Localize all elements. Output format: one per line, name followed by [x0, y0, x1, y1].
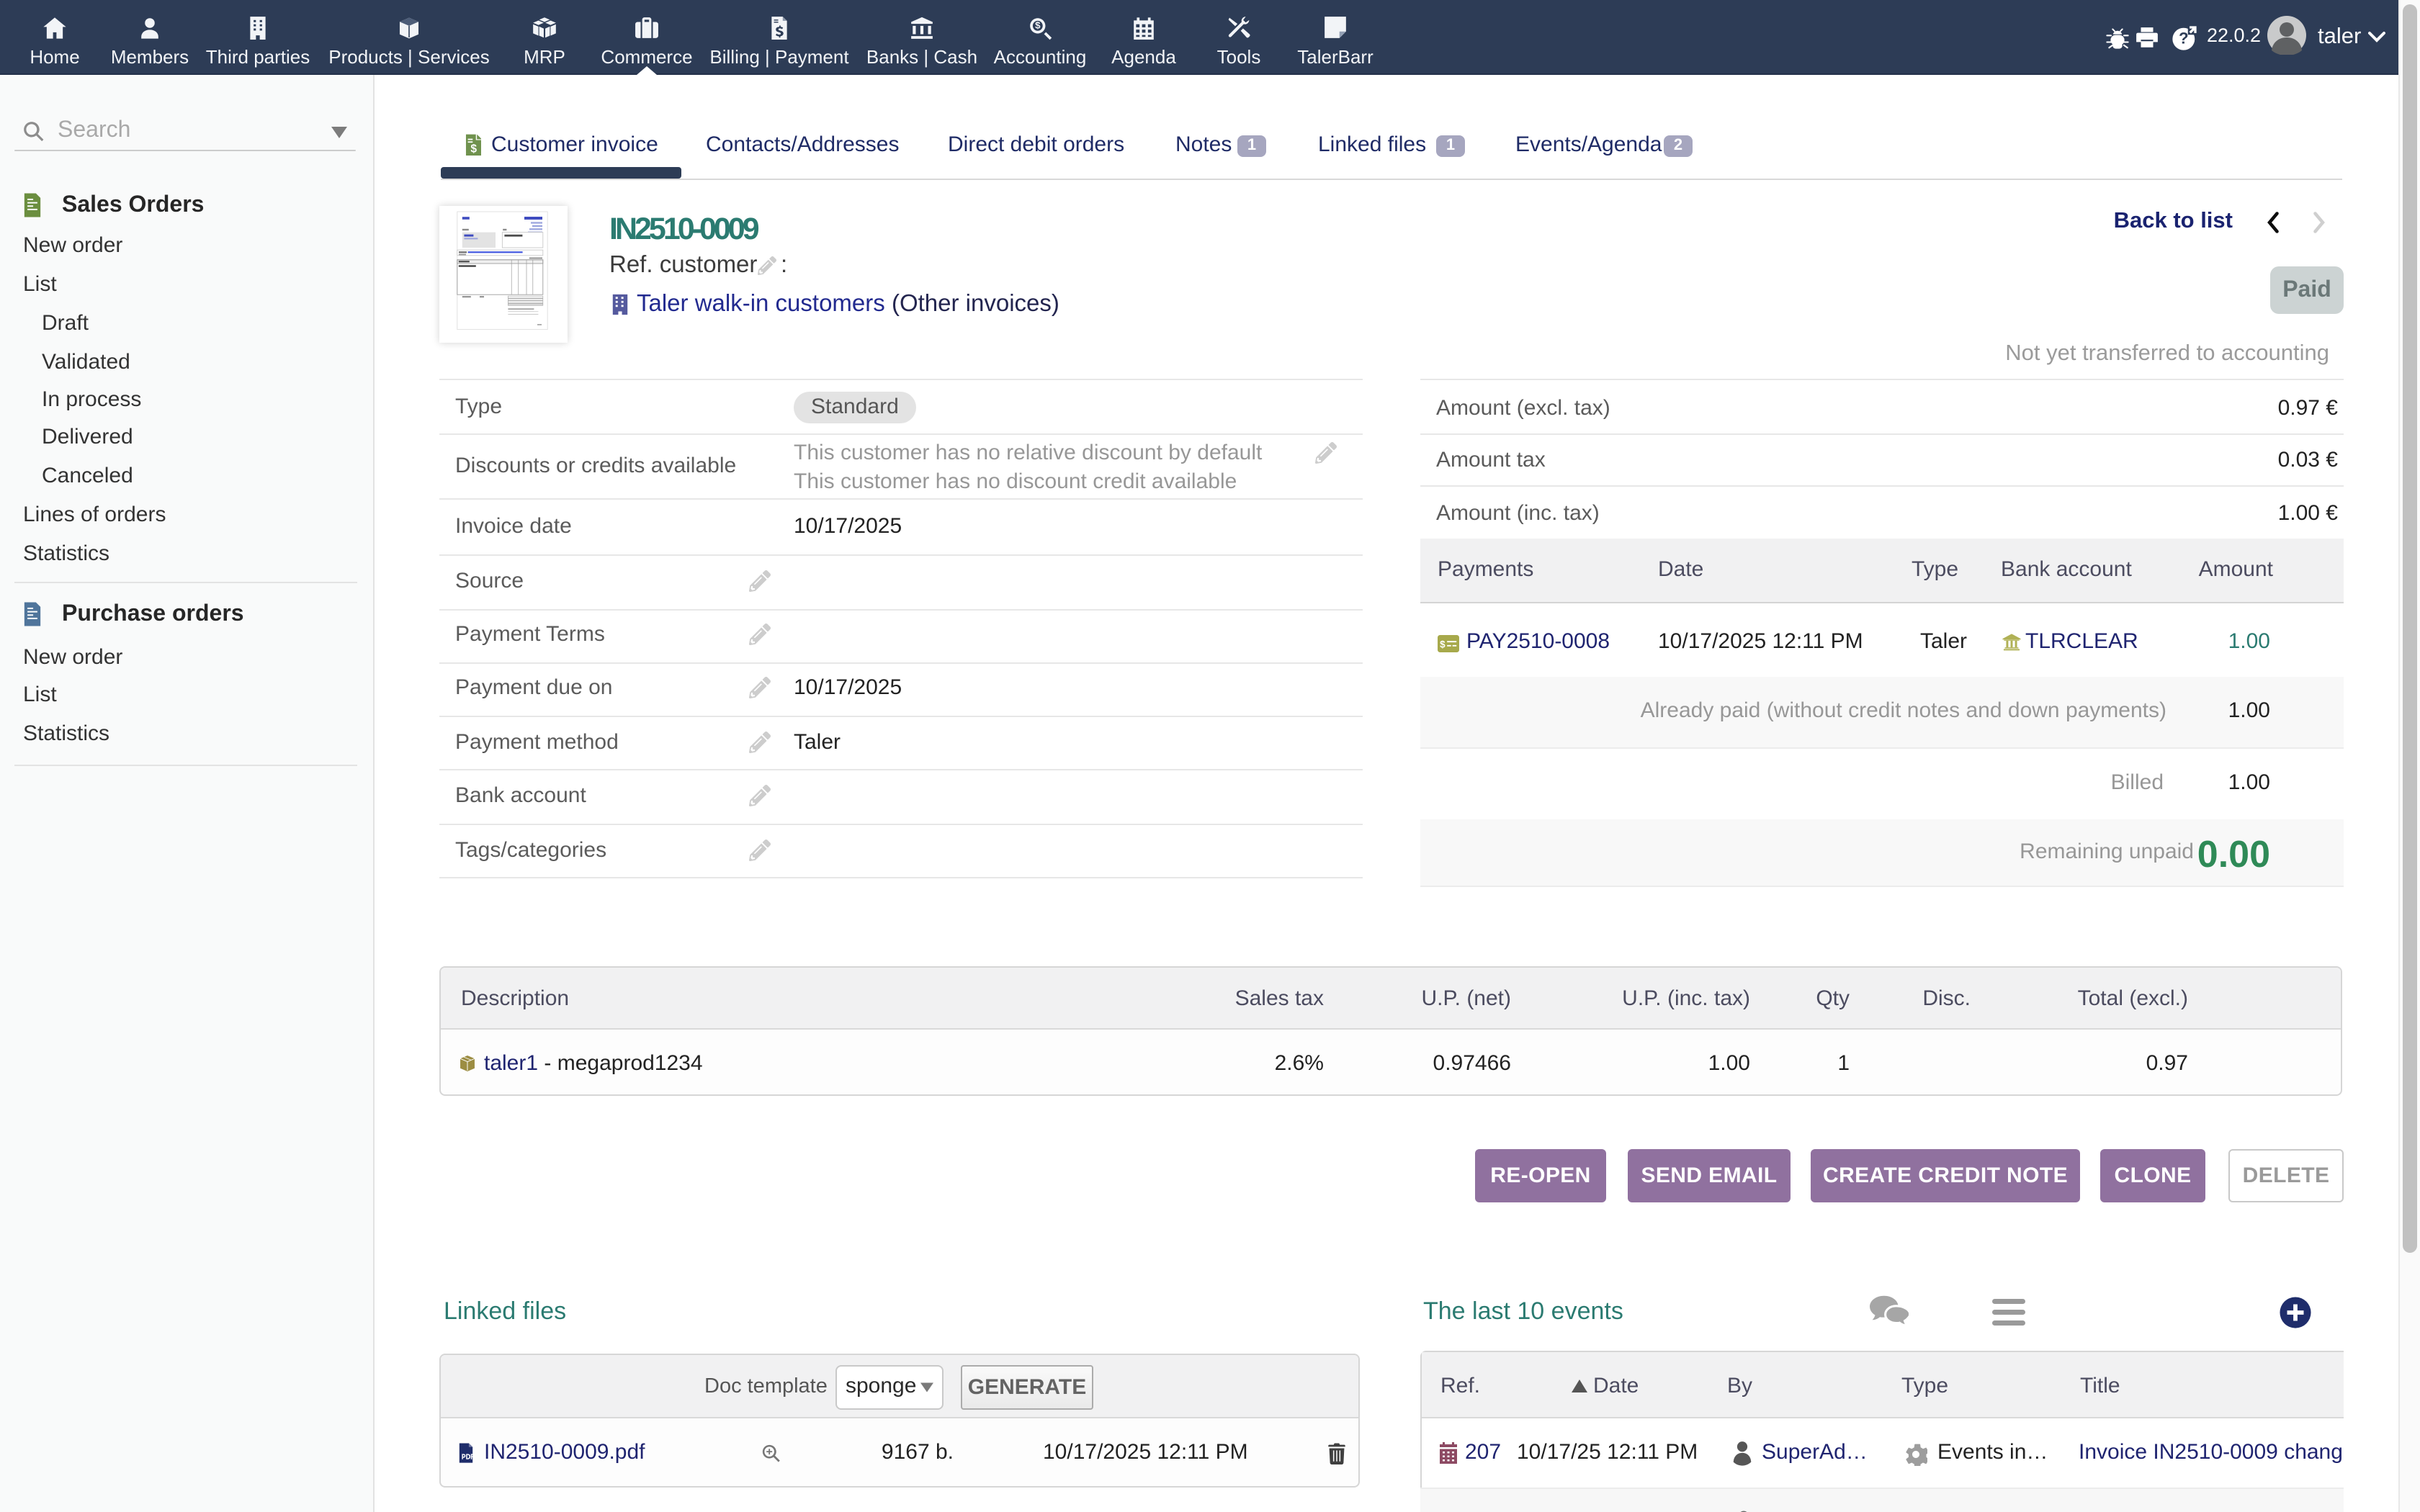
svg-text:$: $ [1440, 639, 1446, 650]
svg-text:$: $ [470, 142, 476, 154]
svg-text:$: $ [1035, 20, 1041, 31]
svg-text:?: ? [2179, 30, 2189, 48]
